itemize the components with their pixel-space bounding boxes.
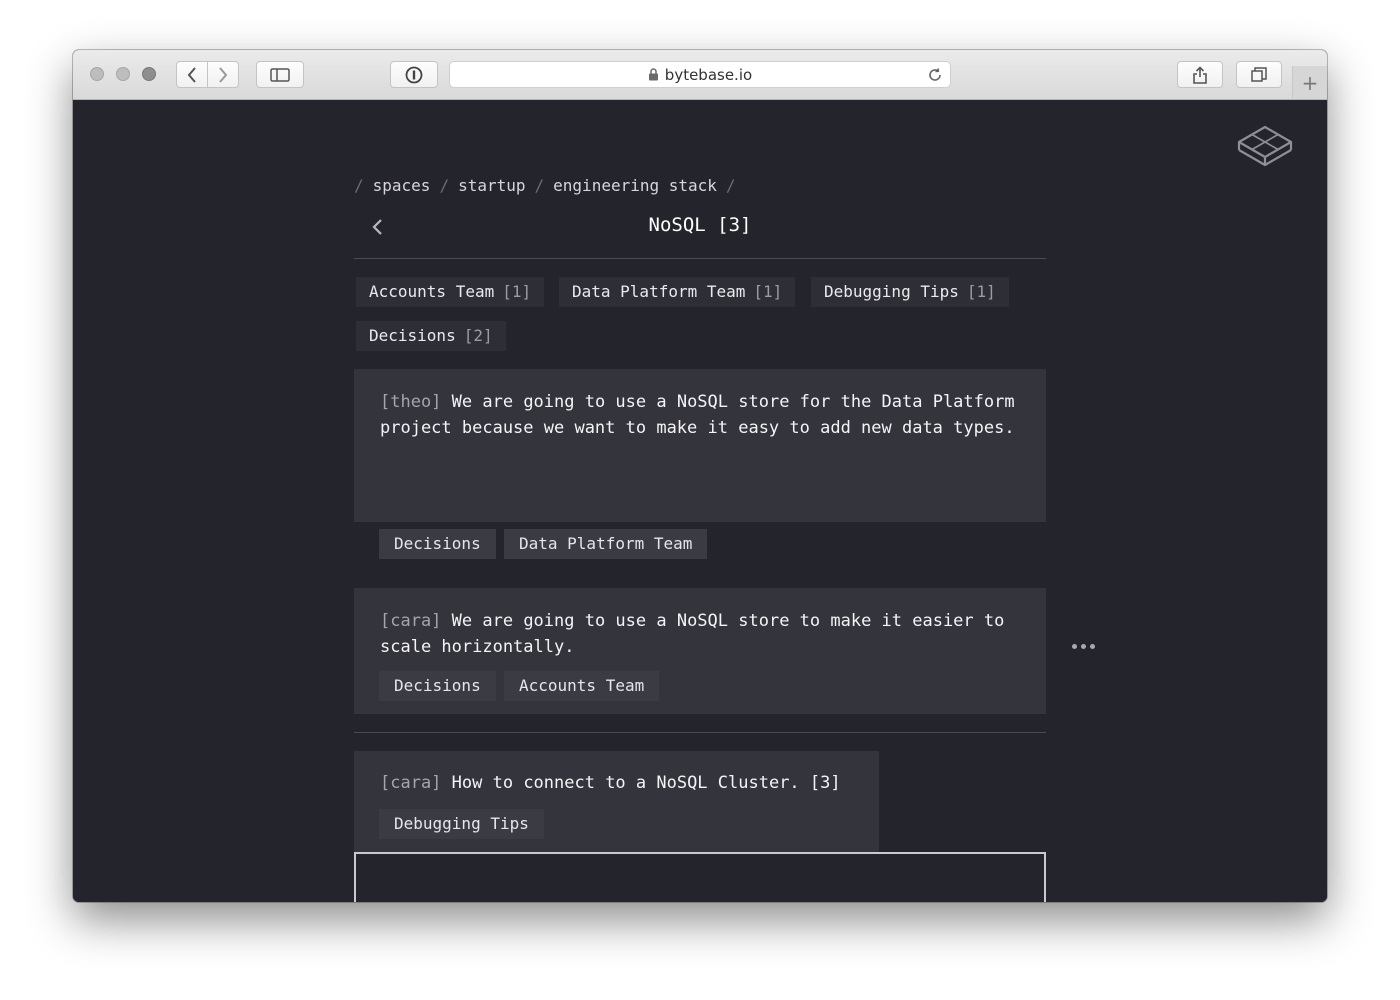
tabs-overview-button[interactable] — [1236, 61, 1282, 88]
address-bar[interactable]: bytebase.io — [449, 61, 951, 88]
forward-nav-button[interactable] — [207, 61, 239, 88]
zoom-window-button[interactable] — [142, 67, 156, 81]
chevron-left-icon — [187, 66, 196, 83]
password-manager-button[interactable] — [390, 61, 438, 88]
chevron-left-icon[interactable] — [370, 216, 386, 238]
sidebar-toggle-button[interactable] — [256, 61, 304, 88]
tag-decisions[interactable]: Decisions — [379, 529, 496, 559]
breadcrumb-item-spaces[interactable]: spaces — [373, 176, 431, 195]
more-horizontal-icon[interactable] — [1072, 644, 1095, 649]
note-card[interactable]: [theo] We are going to use a NoSQL store… — [354, 369, 1046, 522]
filter-decisions[interactable]: Decisions [2] — [356, 321, 506, 351]
filter-data-platform-team[interactable]: Data Platform Team [1] — [559, 277, 796, 307]
note-text: [theo] We are going to use a NoSQL store… — [380, 389, 1020, 441]
tag-data-platform-team[interactable]: Data Platform Team — [504, 529, 708, 559]
bytebase-logo-icon[interactable] — [1236, 124, 1294, 174]
filter-count: [2] — [463, 326, 493, 345]
filter-label: Decisions — [369, 326, 456, 345]
section-divider — [354, 732, 1046, 733]
note-author: [cara] — [380, 611, 442, 631]
page-content: / spaces / startup / engineering stack / NoSQL… — [73, 100, 1327, 902]
chevron-right-icon — [219, 66, 228, 83]
header-divider — [354, 258, 1046, 259]
browser-toolbar: bytebase.io + — [73, 50, 1327, 100]
reload-icon[interactable] — [927, 67, 943, 83]
filter-label: Data Platform Team — [572, 282, 746, 301]
password-manager-icon — [405, 66, 423, 83]
breadcrumb-item-startup[interactable]: startup — [458, 176, 525, 195]
note-body: How to connect to a NoSQL Cluster. [3] — [451, 773, 841, 793]
breadcrumb: / spaces / startup / engineering stack / — [354, 176, 736, 195]
filter-count: [1] — [502, 282, 532, 301]
close-window-button[interactable] — [90, 67, 104, 81]
note-body: We are going to use a NoSQL store for th… — [380, 392, 1015, 438]
note-author: [theo] — [380, 392, 442, 412]
plus-icon: + — [1301, 70, 1319, 95]
filter-count: [1] — [753, 282, 783, 301]
note-text: [cara] How to connect to a NoSQL Cluster… — [380, 770, 853, 796]
tabs-icon — [1251, 66, 1267, 82]
filter-label: Debugging Tips — [824, 282, 959, 301]
sidebar-icon — [270, 67, 290, 82]
url-text: bytebase.io — [664, 65, 753, 84]
filter-count: [1] — [966, 282, 996, 301]
share-button[interactable] — [1177, 61, 1223, 88]
filter-label: Accounts Team — [369, 282, 495, 301]
share-icon — [1193, 65, 1207, 84]
tag-debugging-tips[interactable]: Debugging Tips — [379, 809, 544, 839]
note-author: [cara] — [380, 773, 442, 793]
filter-accounts-team[interactable]: Accounts Team [1] — [356, 277, 545, 307]
browser-window: bytebase.io + / spaces / startup / engineerin… — [73, 50, 1327, 902]
minimize-window-button[interactable] — [116, 67, 130, 81]
back-nav-button[interactable] — [176, 61, 208, 88]
new-tab-button[interactable]: + — [1292, 66, 1327, 99]
filter-debugging-tips[interactable]: Debugging Tips [1] — [811, 277, 1009, 307]
tag-accounts-team[interactable]: Accounts Team — [504, 671, 660, 701]
note-composer-input[interactable] — [354, 852, 1046, 902]
page-title: NoSQL [3] — [648, 214, 752, 236]
lock-icon — [648, 68, 659, 81]
breadcrumb-item-engineering-stack[interactable]: engineering stack — [553, 176, 717, 195]
note-text: [cara] We are going to use a NoSQL store… — [380, 608, 1020, 660]
tag-decisions[interactable]: Decisions — [379, 671, 496, 701]
note-body: We are going to use a NoSQL store to mak… — [380, 611, 1005, 657]
